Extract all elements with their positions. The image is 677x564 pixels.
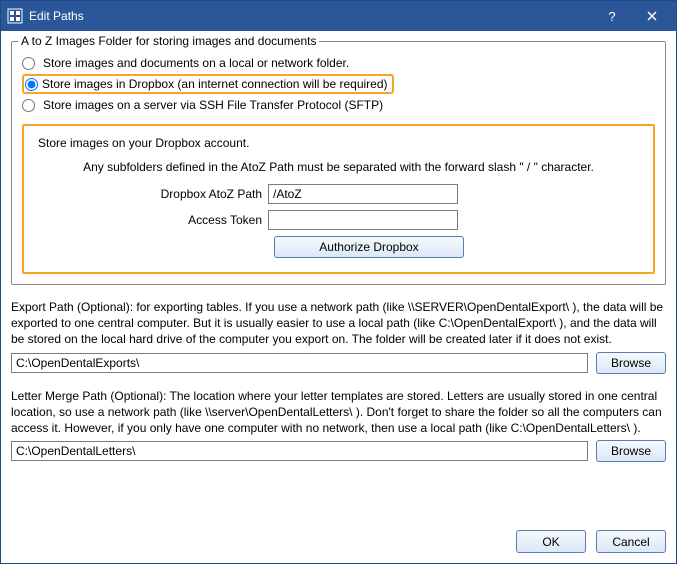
radio-sftp[interactable]: Store images on a server via SSH File Tr… [22,96,655,114]
close-button[interactable] [632,2,672,30]
access-token-label: Access Token [38,213,268,227]
dropbox-desc: Store images on your Dropbox account. [38,136,639,150]
client-area: A to Z Images Folder for storing images … [1,31,676,563]
radio-local-input[interactable] [22,57,35,70]
access-token-input[interactable] [268,210,458,230]
export-browse-button[interactable]: Browse [596,352,666,374]
cancel-button[interactable]: Cancel [596,530,666,553]
dropbox-note: Any subfolders defined in the AtoZ Path … [38,160,639,174]
letter-path-input[interactable] [11,441,588,461]
atoz-groupbox: A to Z Images Folder for storing images … [11,41,666,285]
radio-sftp-input[interactable] [22,99,35,112]
app-icon [7,8,23,24]
dropbox-panel: Store images on your Dropbox account. An… [22,124,655,274]
radio-local-label: Store images and documents on a local or… [43,56,349,70]
window-title: Edit Paths [29,9,84,23]
radio-dropbox-input[interactable] [25,78,38,91]
help-button[interactable]: ? [592,2,632,30]
dropbox-path-input[interactable] [268,184,458,204]
groupbox-title: A to Z Images Folder for storing images … [18,34,319,48]
radio-local[interactable]: Store images and documents on a local or… [22,54,655,72]
dialog-footer: OK Cancel [11,518,666,553]
letter-browse-button[interactable]: Browse [596,440,666,462]
radio-sftp-label: Store images on a server via SSH File Tr… [43,98,383,112]
export-path-text: Export Path (Optional): for exporting ta… [11,299,666,348]
radio-dropbox-label: Store images in Dropbox (an internet con… [42,77,388,91]
export-path-input[interactable] [11,353,588,373]
authorize-dropbox-button[interactable]: Authorize Dropbox [274,236,464,258]
dropbox-path-label: Dropbox AtoZ Path [38,187,268,201]
letter-path-text: Letter Merge Path (Optional): The locati… [11,388,666,437]
ok-button[interactable]: OK [516,530,586,553]
radio-dropbox[interactable]: Store images in Dropbox (an internet con… [22,74,394,94]
edit-paths-window: Edit Paths ? A to Z Images Folder for st… [0,0,677,564]
titlebar: Edit Paths ? [1,1,676,31]
